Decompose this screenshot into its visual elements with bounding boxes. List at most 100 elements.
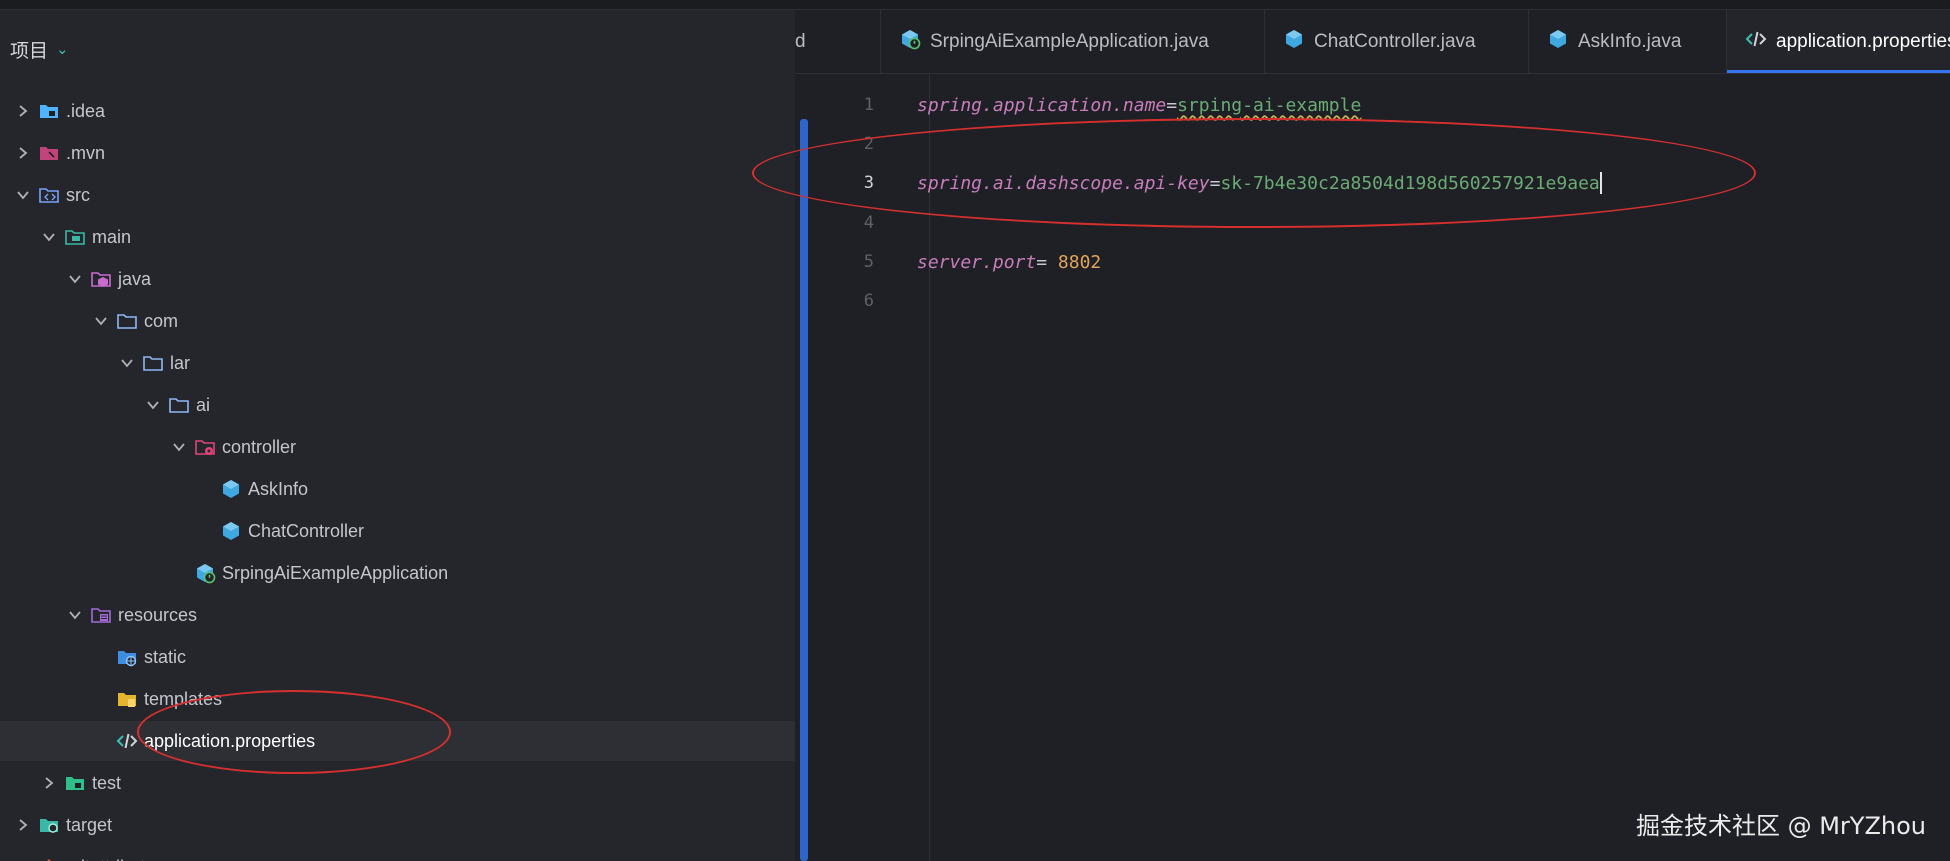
tree-item-test[interactable]: test: [0, 763, 795, 803]
tree-item-askinfo[interactable]: AskInfo: [0, 469, 795, 509]
equals-sign: =: [1036, 251, 1058, 273]
tree-item-label: .gitattributes: [66, 857, 164, 861]
tab-label: SrpingAiExampleApplication.java: [930, 30, 1209, 52]
tree-item-java[interactable]: java: [0, 259, 795, 299]
tree-item-label: target: [66, 814, 113, 835]
folder-web-icon: [116, 646, 138, 668]
project-view-selector[interactable]: 项目 ⌄: [10, 32, 69, 66]
editor-area: d SrpingAiExampleApplication.java ChatCo…: [795, 10, 1950, 861]
folder-icon: [168, 394, 190, 416]
tree-item-templates[interactable]: templates: [0, 679, 795, 719]
tab-label: ChatController.java: [1314, 30, 1476, 52]
tree-item-label: resources: [118, 604, 198, 625]
tree-item-idea[interactable]: .idea: [0, 91, 795, 131]
tab-application-properties[interactable]: application.properties: [1727, 10, 1950, 73]
property-key: server.port: [917, 251, 1037, 273]
tree-item-com[interactable]: com: [0, 301, 795, 341]
tree-item-label: ai: [196, 394, 211, 415]
tree-item-target[interactable]: target: [0, 805, 795, 845]
folder-resources-icon: [90, 604, 112, 626]
project-view-title: 项目: [10, 39, 49, 62]
tab-chat-controller[interactable]: ChatController.java: [1265, 10, 1529, 73]
property-value: 8802: [1057, 251, 1102, 273]
tree-item-lar[interactable]: lar: [0, 343, 795, 383]
code-line-5[interactable]: server.port = 8802: [917, 242, 1101, 282]
folder-controller-icon: [194, 436, 216, 458]
spring-app-class-icon: [194, 562, 216, 584]
tab-partial[interactable]: d: [795, 10, 881, 73]
chevron-down-icon[interactable]: [142, 394, 164, 416]
tab-srping-ai-example-application[interactable]: SrpingAiExampleApplication.java: [881, 10, 1265, 73]
tree-item-gitattributes[interactable]: .gitattributes: [0, 847, 795, 861]
property-value: srping-ai-example: [1177, 94, 1362, 116]
chevron-right-icon[interactable]: [38, 772, 60, 794]
chevron-down-icon[interactable]: [116, 352, 138, 374]
java-class-icon: [1283, 28, 1305, 56]
tree-item-chatcontroller[interactable]: ChatController: [0, 511, 795, 551]
folder-icon: [142, 352, 164, 374]
line-number-current: 3: [863, 173, 874, 193]
git-file-icon: [38, 856, 60, 861]
tree-item-static[interactable]: static: [0, 637, 795, 677]
chevron-right-icon[interactable]: [12, 814, 34, 836]
folder-test-icon: [64, 772, 86, 794]
folder-java-icon: [90, 268, 112, 290]
line-number: 4: [863, 213, 874, 233]
line-number: 6: [863, 291, 874, 311]
tree-item-application-properties[interactable]: application.properties: [0, 721, 795, 761]
property-key: spring.application.name: [917, 94, 1167, 116]
folder-main-icon: [64, 226, 86, 248]
chevron-down-icon[interactable]: [64, 268, 86, 290]
tree-item-label: main: [92, 226, 132, 247]
folder-mvn-icon: [38, 142, 60, 164]
chevron-right-icon[interactable]: [12, 100, 34, 122]
tree-item-resources[interactable]: resources: [0, 595, 795, 635]
tree-item-label: ChatController: [248, 520, 365, 541]
text-caret: [1599, 172, 1602, 194]
property-value: sk-7b4e30c2a8504d198d560257921e9aea: [1220, 172, 1600, 194]
tree-item-label: controller: [222, 436, 297, 457]
folder-idea-icon: [38, 100, 60, 122]
equals-sign: =: [1166, 94, 1178, 116]
line-number: 2: [863, 134, 874, 154]
chevron-right-icon[interactable]: [12, 142, 34, 164]
window-top-strip: [0, 0, 1950, 10]
tree-item-main[interactable]: main: [0, 217, 795, 257]
chevron-down-icon[interactable]: [38, 226, 60, 248]
tree-item-label: AskInfo: [248, 478, 309, 499]
chevron-down-icon[interactable]: ⌄: [56, 40, 69, 58]
tree-item-label: lar: [170, 352, 191, 373]
java-class-icon: [1547, 28, 1569, 56]
tree-item-mvn[interactable]: .mvn: [0, 133, 795, 173]
properties-file-icon: [116, 730, 138, 752]
code-line-1[interactable]: spring.application.name = srping-ai-exampl…: [917, 85, 1361, 125]
tree-item-label: application.properties: [144, 730, 316, 751]
tab-label: d: [795, 30, 806, 52]
tab-label: application.properties: [1776, 30, 1950, 52]
folder-templates-icon: [116, 688, 138, 710]
line-number: 1: [863, 95, 874, 115]
java-class-icon: [220, 520, 242, 542]
chevron-down-icon[interactable]: [64, 604, 86, 626]
tab-ask-info[interactable]: AskInfo.java: [1529, 10, 1727, 73]
watermark: 掘金技术社区 @ MrYZhou: [1635, 812, 1926, 840]
tree-item-label: .mvn: [66, 142, 106, 163]
chevron-down-icon[interactable]: [12, 184, 34, 206]
project-panel: 项目 ⌄ .idea .mvn src main java com lar ai control…: [0, 10, 795, 861]
tree-item-ai[interactable]: ai: [0, 385, 795, 425]
spring-app-class-icon: [899, 28, 921, 56]
folder-source-icon: [38, 184, 60, 206]
folder-target-icon: [38, 814, 60, 836]
folder-icon: [116, 310, 138, 332]
tree-item-controller[interactable]: controller: [0, 427, 795, 467]
java-class-icon: [220, 478, 242, 500]
chevron-down-icon[interactable]: [168, 436, 190, 458]
line-number: 5: [863, 252, 874, 272]
tree-item-label: java: [118, 268, 152, 289]
code-line-3[interactable]: spring.ai.dashscope.api-key = sk-7b4e30c2a…: [917, 163, 1602, 203]
tree-item-label: templates: [144, 688, 223, 709]
tree-item-src[interactable]: src: [0, 175, 795, 215]
tree-item-srpingaiexampleapplication[interactable]: SrpingAiExampleApplication: [0, 553, 795, 593]
chevron-down-icon[interactable]: [90, 310, 112, 332]
tab-label: AskInfo.java: [1578, 30, 1682, 52]
